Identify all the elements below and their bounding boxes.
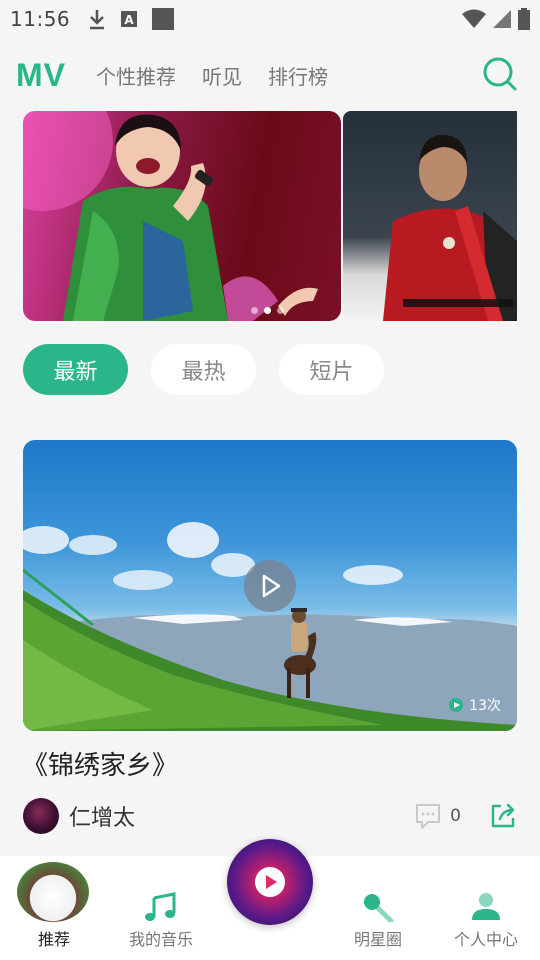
tab-recommend[interactable]: 个性推荐	[96, 61, 176, 90]
download-icon	[90, 10, 105, 30]
filter-latest[interactable]: 最新	[23, 344, 128, 395]
banner-slide-singer[interactable]	[23, 111, 341, 321]
filter-shorts[interactable]: 短片	[279, 344, 384, 395]
status-notification-icons: A	[88, 8, 175, 30]
share-icon[interactable]	[489, 802, 517, 830]
comment-button[interactable]: 0	[414, 802, 461, 830]
banner-singer-image	[23, 111, 318, 321]
square-icon	[152, 8, 175, 30]
microphone-icon	[364, 894, 394, 922]
play-icon	[262, 574, 281, 598]
svg-text:A: A	[124, 13, 134, 27]
status-time: 11:56	[10, 7, 71, 31]
brand-title: MV	[16, 56, 66, 93]
tab-listen[interactable]: 听见	[202, 61, 242, 90]
carousel-dot[interactable]	[277, 307, 284, 314]
carousel-dot[interactable]	[251, 307, 258, 314]
search-icon[interactable]	[482, 56, 518, 92]
play-button[interactable]	[244, 560, 296, 612]
banner-man-image	[383, 134, 517, 321]
carousel-indicator	[251, 307, 284, 314]
music-note-icon	[145, 892, 176, 921]
nav-my-music[interactable]: 我的音乐	[111, 892, 211, 950]
comment-icon	[416, 804, 441, 829]
avatar[interactable]	[23, 798, 59, 834]
play-count-icon	[449, 698, 464, 712]
nav-recommend-label: 推荐	[37, 930, 70, 949]
view-count-text: 13次	[469, 698, 501, 714]
mascot-icon[interactable]	[17, 862, 89, 922]
top-header: MV 个性推荐 听见 排行榜	[0, 50, 540, 100]
author-name[interactable]: 仁增太	[69, 800, 135, 832]
nav-star-circle-label: 明星圈	[353, 930, 402, 949]
a-icon: A	[121, 11, 138, 27]
nav-star-circle[interactable]: 明星圈	[328, 892, 428, 950]
filter-chips: 最新 最热 短片	[23, 344, 384, 395]
author-row: 仁增太 0	[23, 796, 517, 836]
bottom-navigation: 推荐 我的音乐 明星圈 个人中心	[0, 839, 540, 960]
banner-slide-next[interactable]	[343, 111, 517, 321]
comment-count: 0	[450, 806, 461, 826]
battery-icon	[518, 8, 530, 30]
top-tabs: 个性推荐 听见 排行榜	[96, 61, 328, 90]
video-thumbnail[interactable]: 13次	[23, 440, 517, 731]
nav-recommend[interactable]: 推荐	[4, 922, 104, 950]
banner-carousel[interactable]	[23, 111, 517, 321]
wifi-icon	[462, 9, 486, 28]
user-icon	[472, 893, 500, 920]
nav-profile[interactable]: 个人中心	[436, 892, 536, 950]
carousel-dot-active[interactable]	[264, 307, 271, 314]
status-bar: 11:56 A	[0, 0, 540, 38]
tab-charts[interactable]: 排行榜	[268, 61, 328, 90]
video-title[interactable]: 《锦绣家乡》	[22, 745, 178, 782]
disc-play-icon	[255, 867, 285, 897]
nav-profile-label: 个人中心	[453, 930, 518, 949]
nav-my-music-label: 我的音乐	[128, 930, 193, 949]
view-count: 13次	[449, 695, 501, 715]
signal-icon	[493, 10, 511, 28]
now-playing-disc[interactable]	[227, 839, 313, 925]
status-system-icons	[462, 8, 530, 30]
filter-hottest[interactable]: 最热	[151, 344, 256, 395]
